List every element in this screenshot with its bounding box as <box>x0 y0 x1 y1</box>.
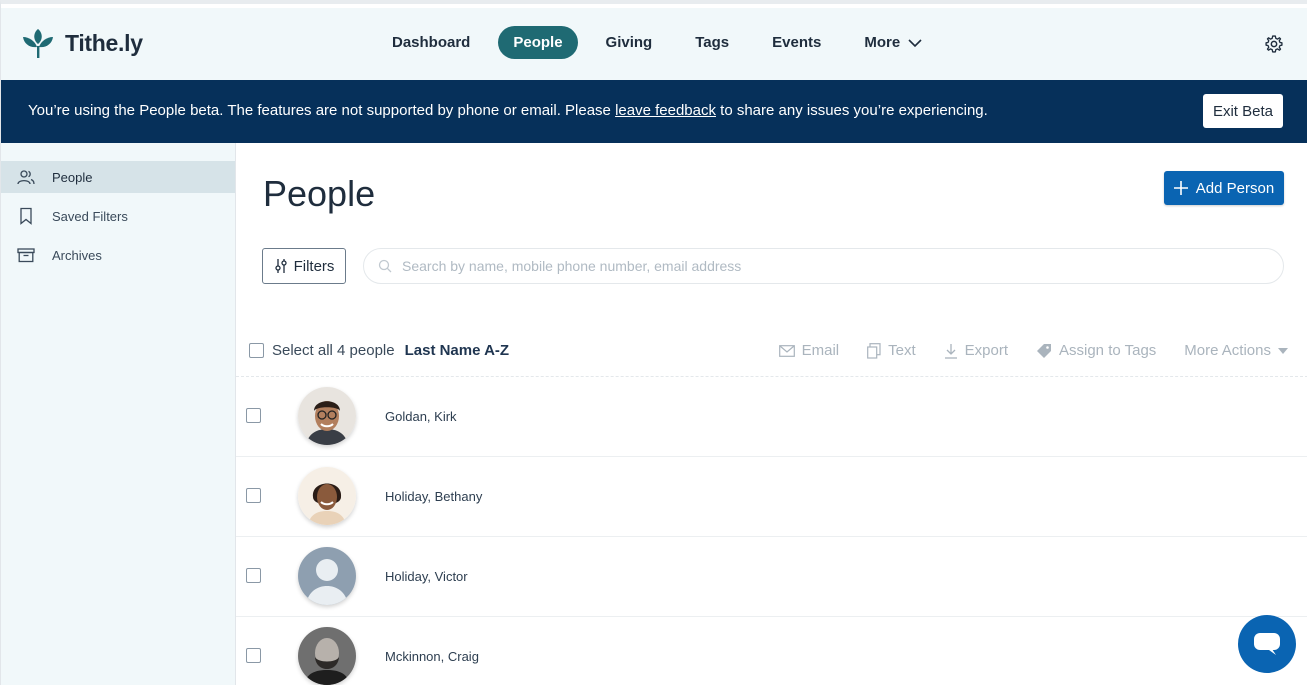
sidebar-item-saved-filters[interactable]: Saved Filters <box>1 200 235 232</box>
leave-feedback-link[interactable]: leave feedback <box>615 102 716 119</box>
nav-more[interactable]: More <box>849 26 937 59</box>
search-input[interactable] <box>402 258 1262 274</box>
select-all: Select all 4 people Last Name A-Z <box>249 342 509 359</box>
gear-icon[interactable] <box>1264 34 1284 54</box>
text-action[interactable]: Text <box>867 342 916 359</box>
row-checkbox[interactable] <box>246 648 261 663</box>
person-photo-icon <box>298 387 356 445</box>
export-action-label: Export <box>964 342 1008 359</box>
avatar <box>298 467 356 525</box>
select-all-checkbox[interactable] <box>249 343 264 358</box>
more-actions-label: More Actions <box>1184 342 1271 359</box>
exit-beta-button[interactable]: Exit Beta <box>1202 94 1283 128</box>
row-checkbox[interactable] <box>246 488 261 503</box>
sliders-icon <box>274 259 287 273</box>
sidebar-item-archives[interactable]: Archives <box>1 239 235 271</box>
chat-bubble-icon <box>1254 633 1280 655</box>
row-checkbox[interactable] <box>246 568 261 583</box>
sort-dropdown[interactable]: Last Name A-Z <box>405 342 509 359</box>
person-name[interactable]: Holiday, Bethany <box>385 489 482 504</box>
assign-tags-label: Assign to Tags <box>1059 342 1157 359</box>
list-toolbar: Select all 4 people Last Name A-Z Email … <box>236 333 1307 377</box>
beta-banner: You’re using the People beta. The featur… <box>1 80 1307 143</box>
bulk-actions: Email Text Export Assign to Tags More Ac… <box>778 342 1288 359</box>
search-icon <box>378 259 392 273</box>
nav-tags[interactable]: Tags <box>680 26 744 59</box>
person-name[interactable]: Mckinnon, Craig <box>385 649 479 664</box>
person-photo-icon <box>298 467 356 525</box>
table-row[interactable]: Mckinnon, Craig <box>236 617 1307 685</box>
banner-text-after: to share any issues you’re experiencing. <box>715 102 988 119</box>
filters-label: Filters <box>293 257 335 275</box>
person-name[interactable]: Holiday, Victor <box>385 569 468 584</box>
nav-more-label: More <box>864 34 901 51</box>
caret-down-icon <box>1278 347 1288 354</box>
sidebar-item-label: Archives <box>52 247 102 263</box>
sidebar-item-label: Saved Filters <box>52 208 128 224</box>
sidebar-item-people[interactable]: People <box>1 161 235 193</box>
default-avatar-icon <box>298 547 356 605</box>
table-row[interactable]: Holiday, Bethany <box>236 457 1307 537</box>
message-icon <box>867 342 881 359</box>
chevron-down-icon <box>908 38 922 47</box>
nav-events[interactable]: Events <box>757 26 836 59</box>
plus-icon <box>1173 181 1188 195</box>
table-row[interactable]: Holiday, Victor <box>236 537 1307 617</box>
page-title: People <box>263 173 376 214</box>
person-photo-icon <box>298 627 356 685</box>
tag-icon <box>1037 343 1051 358</box>
nav-people[interactable]: People <box>498 26 578 59</box>
logo[interactable]: Tithe.ly <box>21 26 143 60</box>
assign-tags-action[interactable]: Assign to Tags <box>1036 342 1156 359</box>
sidebar-item-label: People <box>52 169 93 185</box>
app-window: Tithe.ly Dashboard People Giving Tags Ev… <box>0 0 1307 685</box>
main-content: People Add Person Filters Search by name… <box>236 143 1307 685</box>
envelope-icon <box>778 344 795 357</box>
export-action[interactable]: Export <box>944 342 1008 359</box>
main-nav: Dashboard People Giving Tags Events More <box>377 26 950 59</box>
top-nav: Tithe.ly Dashboard People Giving Tags Ev… <box>1 8 1307 80</box>
avatar <box>298 387 356 445</box>
bookmark-icon <box>20 207 32 225</box>
row-checkbox[interactable] <box>246 408 261 423</box>
avatar <box>298 627 356 685</box>
add-person-label: Add Person <box>1195 179 1275 197</box>
sidebar: People Saved Filters Archives <box>1 143 236 685</box>
person-name[interactable]: Goldan, Kirk <box>385 409 457 424</box>
avatar <box>298 547 356 605</box>
banner-text-before: You’re using the People beta. The featur… <box>28 102 616 119</box>
filters-button[interactable]: Filters <box>262 248 346 284</box>
banner-message: You’re using the People beta. The featur… <box>28 102 988 119</box>
table-row[interactable]: Goldan, Kirk <box>236 377 1307 457</box>
logo-text: Tithe.ly <box>65 29 143 56</box>
search-field[interactable] <box>363 248 1284 284</box>
nav-giving[interactable]: Giving <box>591 26 668 59</box>
people-icon <box>17 170 35 185</box>
archive-icon <box>17 248 35 263</box>
chat-launcher-button[interactable] <box>1238 615 1296 673</box>
leaf-logo-icon <box>23 29 53 58</box>
select-all-label: Select all 4 people <box>272 342 395 359</box>
email-action[interactable]: Email <box>778 342 840 359</box>
email-action-label: Email <box>801 342 840 359</box>
nav-dashboard[interactable]: Dashboard <box>377 26 485 59</box>
more-actions-dropdown[interactable]: More Actions <box>1184 342 1288 359</box>
download-icon <box>944 343 957 359</box>
add-person-button[interactable]: Add Person <box>1164 171 1284 205</box>
text-action-label: Text <box>888 342 916 359</box>
